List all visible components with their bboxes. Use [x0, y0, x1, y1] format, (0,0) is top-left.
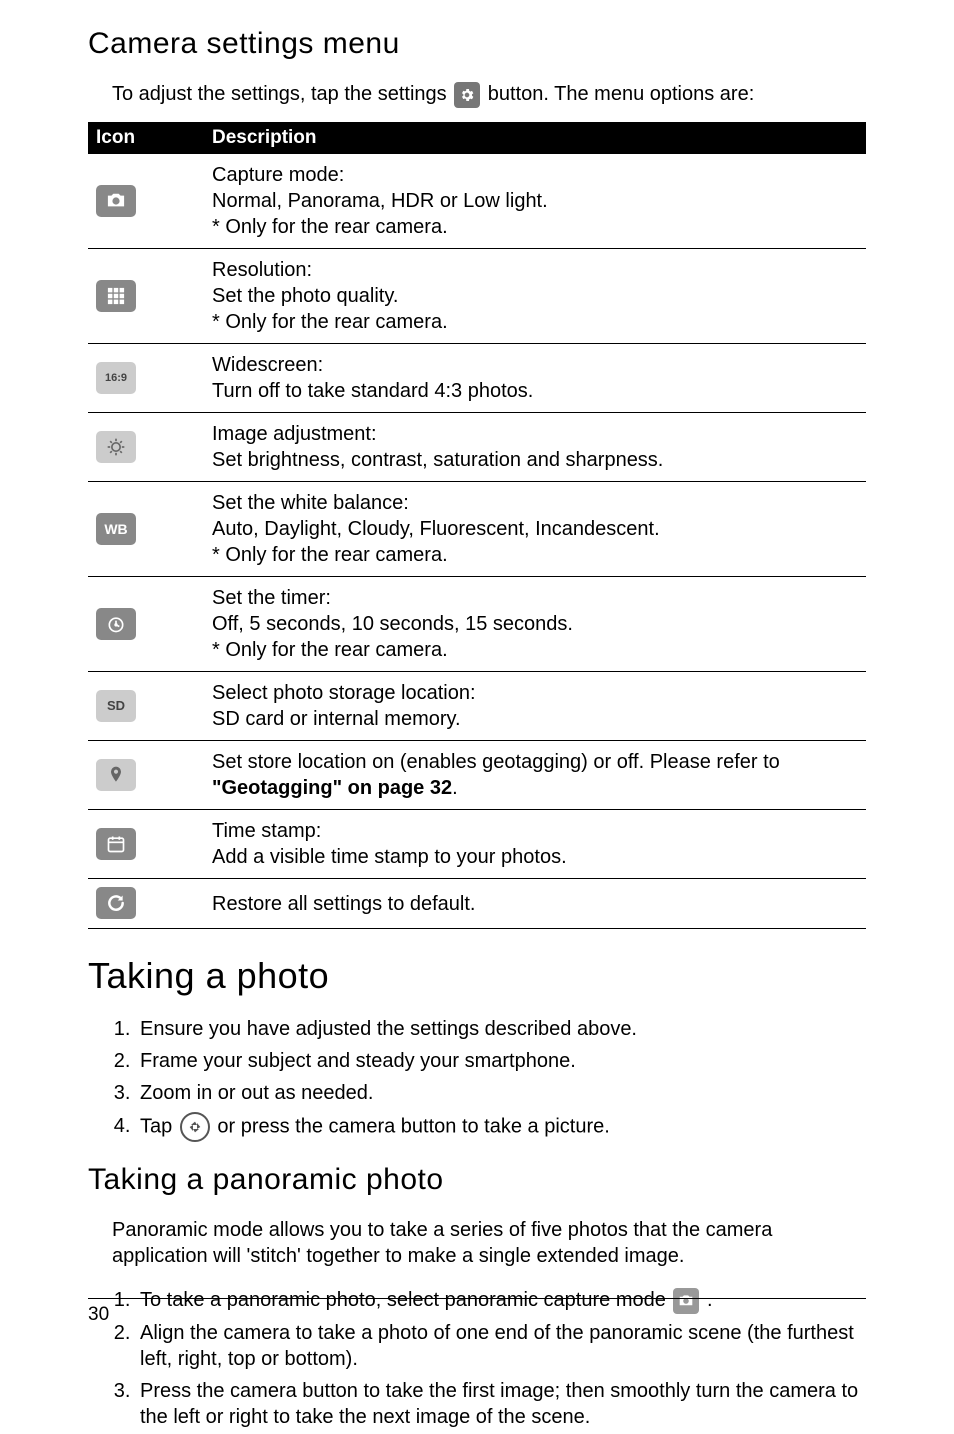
desc-line: Widescreen: — [212, 352, 858, 378]
table-row: Set store location on (enables geotaggin… — [88, 741, 866, 810]
list-item: Tap or press the camera button to take a… — [136, 1110, 866, 1146]
list-item: Zoom in or out as needed. — [136, 1078, 866, 1110]
desc-line: Resolution: — [212, 257, 858, 283]
step-text: or press the camera button to take a pic… — [217, 1115, 609, 1137]
desc-line: Auto, Daylight, Cloudy, Fluorescent, Inc… — [212, 516, 858, 542]
intro-text-after: button. The menu options are: — [488, 83, 754, 105]
widescreen-icon: 16:9 — [96, 362, 136, 394]
desc-line: Restore all settings to default. — [212, 891, 858, 917]
table-row: Time stamp: Add a visible time stamp to … — [88, 810, 866, 879]
gear-icon — [454, 82, 480, 108]
intro-paragraph: To adjust the settings, tap the settings… — [88, 81, 866, 108]
desc-line: SD card or internal memory. — [212, 706, 858, 732]
image-adjustment-icon — [96, 431, 136, 463]
table-row: Restore all settings to default. — [88, 879, 866, 929]
desc-line: Capture mode: — [212, 162, 858, 188]
heading-taking-photo: Taking a photo — [88, 953, 866, 1000]
table-row: Capture mode: Normal, Panorama, HDR or L… — [88, 154, 866, 249]
steps-taking-photo: Ensure you have adjusted the settings de… — [88, 1014, 866, 1146]
step-text: Tap — [140, 1115, 178, 1137]
table-row: Set the timer: Off, 5 seconds, 10 second… — [88, 577, 866, 672]
heading-panoramic: Taking a panoramic photo — [88, 1160, 866, 1199]
heading-camera-settings: Camera settings menu — [88, 24, 866, 63]
table-row: 16:9 Widescreen: Turn off to take standa… — [88, 344, 866, 413]
table-row: Resolution: Set the photo quality. * Onl… — [88, 249, 866, 344]
list-item: Press the camera button to take the firs… — [136, 1376, 866, 1434]
resolution-icon — [96, 280, 136, 312]
desc-line: Add a visible time stamp to your photos. — [212, 844, 858, 870]
desc-line: * Only for the rear camera. — [212, 309, 858, 335]
list-item: Ensure you have adjusted the settings de… — [136, 1014, 866, 1046]
capture-mode-icon — [96, 185, 136, 217]
restore-icon — [96, 887, 136, 919]
desc-line: Turn off to take standard 4:3 photos. — [212, 378, 858, 404]
th-icon: Icon — [88, 122, 204, 155]
storage-icon: SD — [96, 690, 136, 722]
th-description: Description — [204, 122, 866, 155]
geotag-icon — [96, 759, 136, 791]
desc-line: * Only for the rear camera. — [212, 214, 858, 240]
table-row: Image adjustment: Set brightness, contra… — [88, 413, 866, 482]
page-number: 30 — [88, 1304, 109, 1325]
desc-line: Set the white balance: — [212, 490, 858, 516]
desc-line: Off, 5 seconds, 10 seconds, 15 seconds. — [212, 611, 858, 637]
shutter-icon — [180, 1112, 210, 1142]
desc-line: Time stamp: — [212, 818, 858, 844]
desc-line: * Only for the rear camera. — [212, 637, 858, 663]
time-stamp-icon — [96, 828, 136, 860]
desc-line: Set the photo quality. — [212, 283, 858, 309]
page-footer: 30 — [88, 1298, 866, 1328]
pano-intro: Panoramic mode allows you to take a seri… — [88, 1217, 866, 1269]
desc-text: . — [452, 777, 458, 799]
settings-table: Icon Description Capture mode: Normal, P… — [88, 122, 866, 930]
desc-bold: "Geotagging" on page 32 — [212, 777, 452, 799]
desc-line: * Only for the rear camera. — [212, 542, 858, 568]
desc-line: Image adjustment: — [212, 421, 858, 447]
desc-cell: Set store location on (enables geotaggin… — [204, 741, 866, 810]
table-row: WB Set the white balance: Auto, Daylight… — [88, 482, 866, 577]
desc-line: Set brightness, contrast, saturation and… — [212, 447, 858, 473]
intro-text-before: To adjust the settings, tap the settings — [112, 83, 452, 105]
table-row: SD Select photo storage location: SD car… — [88, 672, 866, 741]
white-balance-icon: WB — [96, 513, 136, 545]
desc-line: Normal, Panorama, HDR or Low light. — [212, 188, 858, 214]
list-item: Frame your subject and steady your smart… — [136, 1046, 866, 1078]
desc-line: Set the timer: — [212, 585, 858, 611]
timer-icon — [96, 608, 136, 640]
desc-line: Select photo storage location: — [212, 680, 858, 706]
desc-text: Set store location on (enables geotaggin… — [212, 751, 780, 773]
